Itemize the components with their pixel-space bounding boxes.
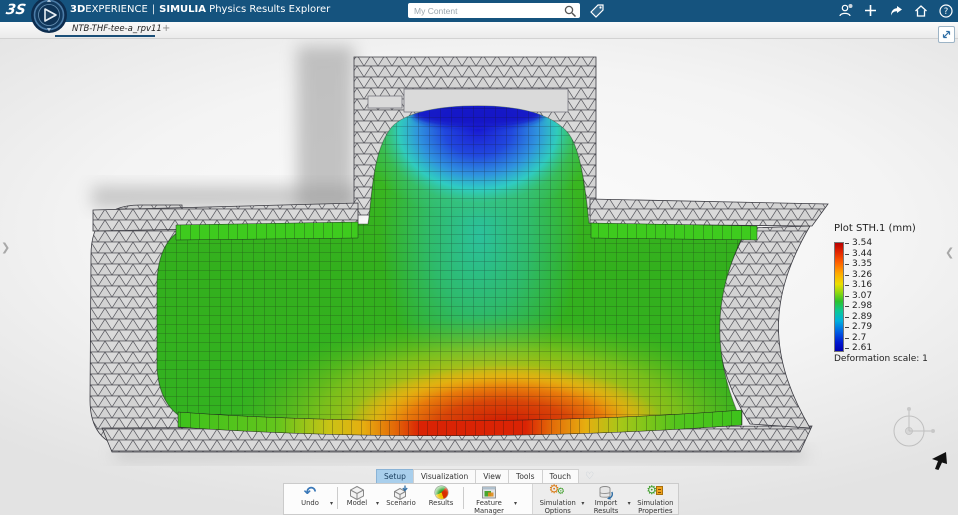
- left-panel-toggle-icon[interactable]: ❯: [1, 242, 10, 253]
- legend-title: Plot STH.1 (mm): [834, 223, 952, 234]
- 3ds-logo-icon: 3S: [5, 2, 27, 18]
- simulation-options-dropdown[interactable]: ▾: [579, 493, 586, 514]
- simulation-options-button[interactable]: ⚙⚙ Simulation Options: [536, 484, 579, 514]
- legend-value: 2.79: [845, 323, 872, 332]
- ribbon-toolbar: ↶ Undo ▾ Model ▾: [283, 483, 679, 515]
- undo-button[interactable]: ↶ Undo: [292, 484, 328, 514]
- ribbon-section-main: ↶ Undo ▾ Model ▾: [284, 484, 532, 514]
- feature-manager-button[interactable]: Feature Manager: [466, 484, 512, 514]
- legend-value: 2.98: [845, 302, 872, 311]
- simulation-properties-icon: ⚙: [646, 485, 664, 500]
- legend-value: 2.89: [845, 313, 872, 322]
- model-button[interactable]: Model: [340, 484, 374, 514]
- model-dropdown[interactable]: ▾: [374, 493, 381, 514]
- ribbon-tab-tools[interactable]: Tools: [508, 469, 542, 483]
- simulation-options-icon: ⚙⚙: [549, 485, 567, 500]
- ribbon-tab-view[interactable]: View: [475, 469, 509, 483]
- add-content-button[interactable]: [862, 2, 879, 19]
- home-button[interactable]: [912, 2, 929, 19]
- import-results-dropdown[interactable]: ▾: [626, 493, 633, 514]
- view-compass[interactable]: [894, 407, 935, 446]
- app-title: 3DEXPERIENCE|SIMULIA Physics Results Exp…: [70, 4, 330, 15]
- feature-manager-icon: [481, 485, 497, 500]
- top-app-bar: 3S 3DEXPERIENCE|SIMULIA Physics Results …: [0, 0, 958, 22]
- toolbar-separator: [337, 487, 338, 509]
- document-tab[interactable]: NTB-THF-tee-a_rpv11: [72, 24, 162, 34]
- ribbon-section-simulation: ⚙⚙ Simulation Options ▾ Import Results: [532, 484, 678, 514]
- ribbon-tab-visualization[interactable]: Visualization: [413, 469, 476, 483]
- legend-tick-labels: 3.54 3.44 3.35 3.26 3.16 3.07 2.98 2.89 …: [845, 239, 872, 353]
- user-account-button[interactable]: [837, 2, 854, 19]
- legend-colorbar: [834, 242, 844, 352]
- undo-dropdown[interactable]: ▾: [328, 493, 335, 514]
- fea-model: [0, 38, 958, 515]
- feature-manager-dropdown[interactable]: ▾: [512, 493, 519, 514]
- results-sphere-icon: [435, 486, 448, 499]
- svg-text:?: ?: [943, 7, 948, 17]
- tag-icon[interactable]: [588, 2, 606, 20]
- import-results-button[interactable]: Import Results: [586, 484, 625, 514]
- notification-badge: [849, 4, 853, 8]
- legend-value: 3.07: [845, 292, 872, 301]
- help-button[interactable]: ?: [937, 2, 954, 19]
- results-button[interactable]: Results: [421, 484, 461, 514]
- compass-play-button[interactable]: [27, 0, 71, 38]
- expand-icon: [940, 28, 953, 41]
- legend-value: 3.54: [845, 239, 872, 248]
- ribbon-tab-touch[interactable]: Touch: [542, 469, 580, 483]
- toolbar-separator: [463, 487, 464, 509]
- simulation-properties-button[interactable]: ⚙ Simulation Properties: [633, 484, 678, 514]
- model-viewport[interactable]: ❯ ❮: [0, 38, 958, 515]
- search-icon[interactable]: [563, 4, 577, 18]
- legend-value: 3.35: [845, 260, 872, 269]
- undo-icon: ↶: [304, 485, 317, 500]
- legend-value: 2.61: [845, 344, 872, 353]
- search-input[interactable]: [408, 3, 580, 18]
- legend-value: 3.26: [845, 271, 872, 280]
- share-button[interactable]: [887, 2, 904, 19]
- ribbon-tab-strip: Setup Visualization View Tools Touch ♡: [376, 469, 594, 483]
- new-tab-button[interactable]: +: [162, 23, 170, 34]
- deformation-scale-label: Deformation scale: 1: [834, 354, 952, 364]
- legend-value: 2.7: [845, 334, 872, 343]
- favorites-heart-icon[interactable]: ♡: [585, 471, 594, 482]
- expand-viewport-button[interactable]: [938, 26, 955, 43]
- contour-legend: Plot STH.1 (mm) 3.54 3.44 3.35 3.26 3.16…: [834, 223, 952, 364]
- scenario-button[interactable]: Scenario: [381, 484, 421, 514]
- mouse-cursor: [932, 452, 947, 470]
- app-window: ❯ ❮ Plot STH.1 (mm) 3.54 3.44 3.35 3.26 …: [0, 0, 958, 515]
- legend-value: 3.16: [845, 281, 872, 290]
- document-tab-bar: NTB-THF-tee-a_rpv11 +: [0, 22, 958, 39]
- legend-value: 3.44: [845, 250, 872, 259]
- ribbon-tab-setup[interactable]: Setup: [376, 469, 414, 483]
